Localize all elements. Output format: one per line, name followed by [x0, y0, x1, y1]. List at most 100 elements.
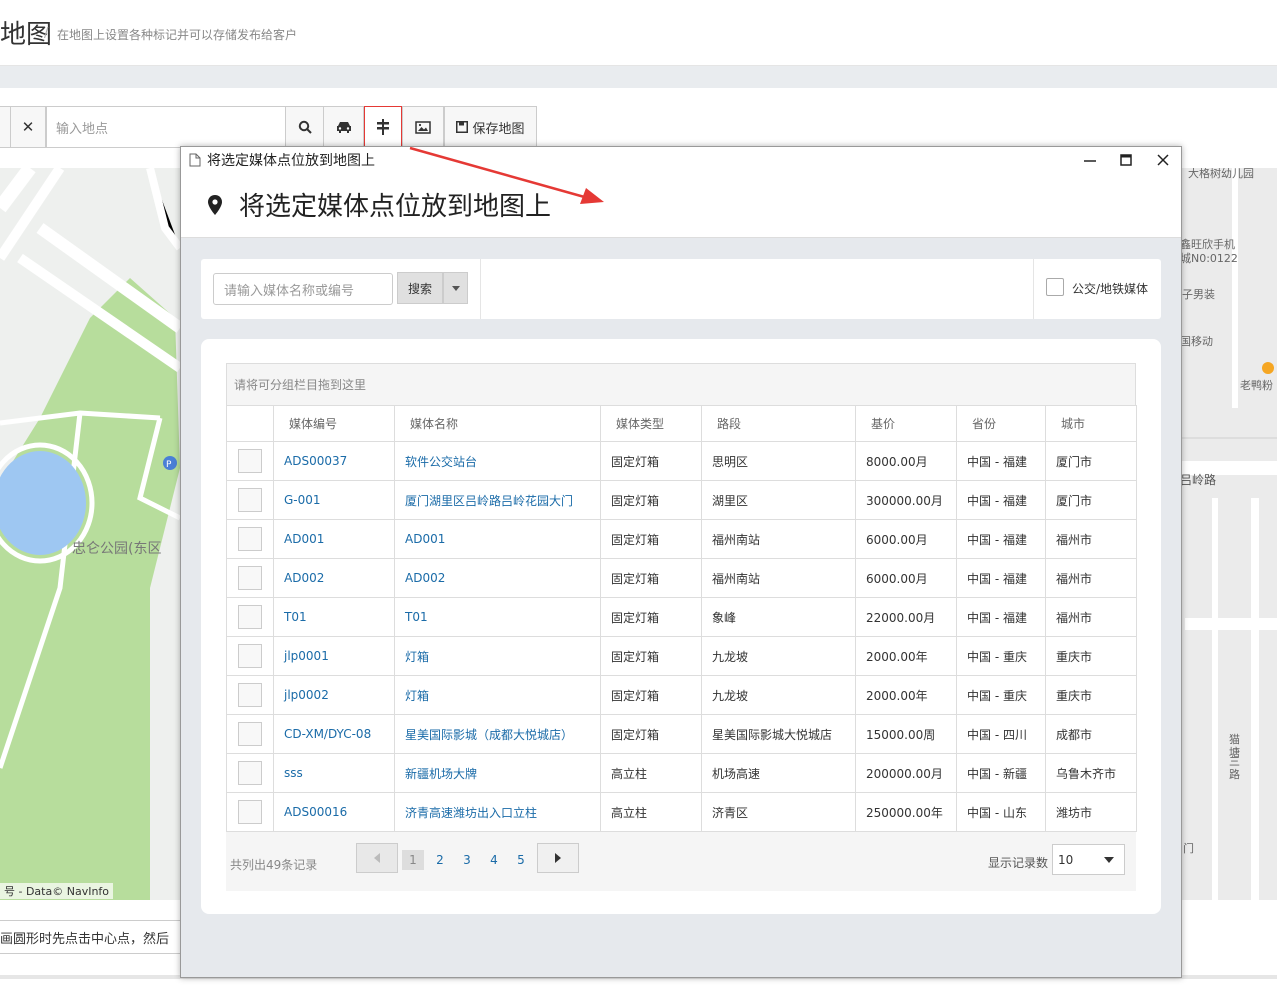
- page-1[interactable]: 1: [402, 850, 424, 870]
- row-select-cell: [226, 519, 274, 559]
- cell-name[interactable]: 新疆机场大牌: [394, 753, 601, 793]
- row-checkbox[interactable]: [238, 683, 262, 707]
- cell-province: 中国 - 重庆: [956, 636, 1046, 676]
- caret-left-icon: [374, 853, 380, 863]
- table-row[interactable]: jlp0001 灯箱 固定灯箱 九龙坡 2000.00年 中国 - 重庆 重庆市: [226, 636, 1137, 676]
- cell-name[interactable]: 灯箱: [394, 675, 601, 715]
- page-size-select[interactable]: 10: [1052, 844, 1125, 875]
- page-5[interactable]: 5: [510, 850, 532, 870]
- cell-code[interactable]: AD002: [273, 558, 395, 598]
- cell-code[interactable]: CD-XM/DYC-08: [273, 714, 395, 754]
- table-row[interactable]: ADS00037 软件公交站台 固定灯箱 思明区 8000.00月 中国 - 福建 厦门市: [226, 441, 1137, 481]
- cell-price: 15000.00周: [855, 714, 957, 754]
- table-row[interactable]: jlp0002 灯箱 固定灯箱 九龙坡 2000.00年 中国 - 重庆 重庆市: [226, 675, 1137, 715]
- search-button[interactable]: [285, 106, 324, 148]
- cell-name[interactable]: AD002: [394, 558, 601, 598]
- close-button[interactable]: [1150, 150, 1176, 170]
- map-credit: 号 - Data© NavInfo: [0, 883, 114, 899]
- row-select-cell: [226, 441, 274, 481]
- row-checkbox[interactable]: [238, 605, 262, 629]
- row-checkbox[interactable]: [238, 722, 262, 746]
- table-row[interactable]: AD002 AD002 固定灯箱 福州南站 6000.00月 中国 - 福建 福州市: [226, 558, 1137, 598]
- cell-name[interactable]: T01: [394, 597, 601, 637]
- title-separator: /: [44, 26, 49, 41]
- cell-code[interactable]: ADS00037: [273, 441, 395, 481]
- bus-media-checkbox[interactable]: [1046, 278, 1064, 296]
- map-label-duck-noodle: 老鸭粉: [1240, 379, 1273, 392]
- cell-city: 福州市: [1045, 519, 1137, 559]
- table-row[interactable]: CD-XM/DYC-08 星美国际影城（成都大悦城店） 固定灯箱 星美国际影城大悦城店…: [226, 714, 1137, 754]
- page-size-label: 显示记录数: [988, 856, 1049, 870]
- cell-code[interactable]: ADS00016: [273, 792, 395, 832]
- table-row[interactable]: T01 T01 固定灯箱 象峰 22000.00月 中国 - 福建 福州市: [226, 597, 1137, 637]
- row-checkbox[interactable]: [238, 800, 262, 824]
- save-map-button[interactable]: 保存地图: [444, 106, 537, 148]
- location-input[interactable]: 输入地点: [46, 106, 286, 148]
- cell-price: 2000.00年: [855, 675, 957, 715]
- header-code[interactable]: 媒体编号: [273, 405, 395, 442]
- map-label-shop-no: 城N0:0122: [1180, 252, 1238, 265]
- cell-name[interactable]: 星美国际影城（成都大悦城店）: [394, 714, 601, 754]
- row-select-cell: [226, 597, 274, 637]
- cell-name[interactable]: AD001: [394, 519, 601, 559]
- pager: 共列出49条记录 1 2 3 4 5 显示记录数 10: [226, 841, 1136, 891]
- cell-code[interactable]: AD001: [273, 519, 395, 559]
- header-name[interactable]: 媒体名称: [394, 405, 601, 442]
- page-3[interactable]: 3: [456, 850, 478, 870]
- dialog-titlebar[interactable]: 将选定媒体点位放到地图上: [181, 147, 1181, 172]
- header-select: [226, 405, 274, 442]
- page-4[interactable]: 4: [483, 850, 505, 870]
- search-button[interactable]: 搜索: [397, 272, 443, 304]
- maximize-button[interactable]: [1113, 150, 1139, 170]
- bus-sign-button[interactable]: [364, 106, 402, 148]
- cell-road: 福州南站: [701, 558, 856, 598]
- cell-road: 机场高速: [701, 753, 856, 793]
- row-checkbox[interactable]: [238, 449, 262, 473]
- cell-name[interactable]: 灯箱: [394, 636, 601, 676]
- header-price[interactable]: 基价: [855, 405, 957, 442]
- row-checkbox[interactable]: [238, 488, 262, 512]
- row-select-cell: [226, 480, 274, 520]
- cell-name[interactable]: 软件公交站台: [394, 441, 601, 481]
- row-checkbox[interactable]: [238, 761, 262, 785]
- cell-code[interactable]: G-001: [273, 480, 395, 520]
- header-city[interactable]: 城市: [1045, 405, 1137, 442]
- row-checkbox[interactable]: [238, 527, 262, 551]
- prev-page-button[interactable]: [356, 843, 398, 873]
- cell-city: 厦门市: [1045, 480, 1137, 520]
- park-label: 忠仑公园(东区: [72, 541, 162, 557]
- table-row[interactable]: ADS00016 济青高速潍坊出入口立柱 高立柱 济青区 250000.00年 中国 - …: [226, 792, 1137, 832]
- header-divider-band: [0, 66, 1277, 88]
- table-row[interactable]: AD001 AD001 固定灯箱 福州南站 6000.00月 中国 - 福建 福州市: [226, 519, 1137, 559]
- cell-name[interactable]: 厦门湖里区吕岭路吕岭花园大门: [394, 480, 601, 520]
- media-search-input[interactable]: 请输入媒体名称或编号: [213, 273, 393, 305]
- header-type[interactable]: 媒体类型: [600, 405, 702, 442]
- table-row[interactable]: sss 新疆机场大牌 高立柱 机场高速 200000.00月 中国 - 新疆 乌鲁木齐市: [226, 753, 1137, 793]
- cell-code[interactable]: sss: [273, 753, 395, 793]
- clear-button[interactable]: ✕: [10, 106, 46, 148]
- image-button[interactable]: [402, 106, 444, 148]
- row-checkbox[interactable]: [238, 566, 262, 590]
- cell-code[interactable]: T01: [273, 597, 395, 637]
- cell-type: 高立柱: [600, 753, 702, 793]
- next-page-button[interactable]: [537, 843, 579, 873]
- header-road[interactable]: 路段: [701, 405, 856, 442]
- page-2[interactable]: 2: [429, 850, 451, 870]
- cell-name[interactable]: 济青高速潍坊出入口立柱: [394, 792, 601, 832]
- row-checkbox[interactable]: [238, 644, 262, 668]
- cell-city: 重庆市: [1045, 636, 1137, 676]
- minimize-icon: [1084, 160, 1096, 162]
- header-province[interactable]: 省份: [956, 405, 1046, 442]
- table-row[interactable]: G-001 厦门湖里区吕岭路吕岭花园大门 固定灯箱 湖里区 300000.00月 中国 -…: [226, 480, 1137, 520]
- cell-city: 福州市: [1045, 597, 1137, 637]
- cell-type: 固定灯箱: [600, 714, 702, 754]
- group-drop-zone[interactable]: 请将可分组栏目拖到这里: [226, 363, 1136, 406]
- cell-code[interactable]: jlp0002: [273, 675, 395, 715]
- map-marker-icon: [208, 195, 222, 215]
- search-dropdown-toggle[interactable]: [443, 272, 468, 304]
- car-route-button[interactable]: [323, 106, 364, 148]
- floppy-icon: [456, 121, 469, 133]
- minimize-button[interactable]: [1077, 150, 1103, 170]
- cell-city: 成都市: [1045, 714, 1137, 754]
- cell-code[interactable]: jlp0001: [273, 636, 395, 676]
